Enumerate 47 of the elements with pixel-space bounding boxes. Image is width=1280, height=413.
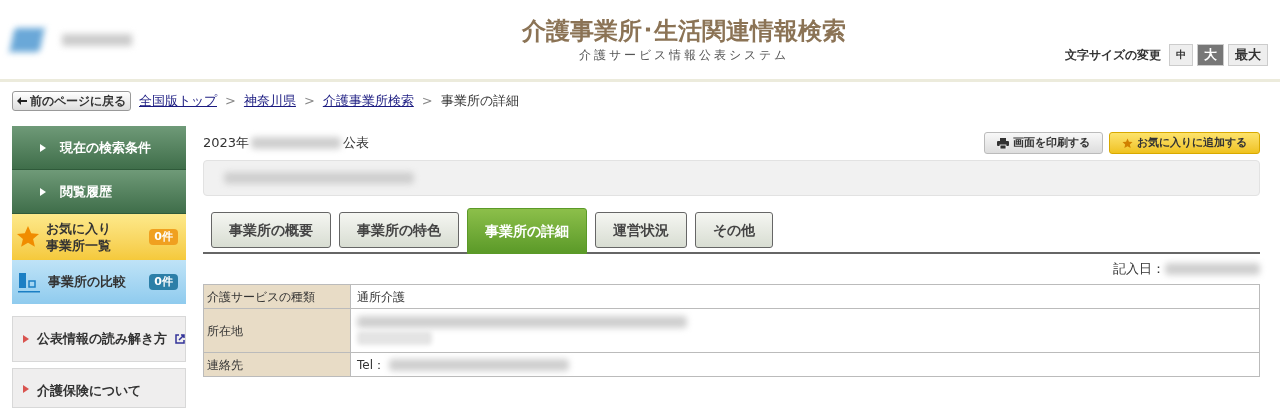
star-icon: [16, 225, 40, 249]
table-header-cell: 連絡先: [204, 353, 351, 376]
caret-icon: [23, 335, 29, 343]
table-cell-text: Tel：: [357, 356, 385, 374]
font-size-button[interactable]: 大: [1197, 43, 1224, 66]
entry-date-label: 記入日：: [1113, 260, 1165, 279]
compare-icon: [18, 271, 40, 293]
tab[interactable]: 事業所の特色: [339, 212, 459, 248]
table-cell-text: 通所介護: [357, 288, 405, 306]
breadcrumb-separator: >: [421, 92, 433, 111]
add-favorite-button[interactable]: お気に入りに追加する: [1109, 132, 1260, 154]
external-link-icon: [175, 334, 185, 344]
table-header-cell: 介護サービスの種類: [204, 285, 351, 308]
print-button[interactable]: 画面を印刷する: [984, 132, 1103, 154]
sidebar-item[interactable]: 介護保険について: [12, 368, 186, 408]
breadcrumb-separator: >: [303, 92, 315, 111]
tab[interactable]: 事業所の概要: [211, 212, 331, 248]
back-arrow-icon: [17, 97, 27, 105]
sidebar-item[interactable]: 公表情報の読み解き方: [12, 316, 186, 362]
sidebar-item[interactable]: 事業所の比較 0件: [12, 260, 186, 304]
breadcrumb-link[interactable]: 全国版トップ: [139, 91, 217, 111]
site-subtitle: 介護サービス情報公表システム: [578, 46, 789, 64]
font-size-button[interactable]: 中: [1169, 43, 1193, 66]
breadcrumb-link[interactable]: 神奈川県: [243, 91, 296, 111]
site-title: 介護事業所･生活関連情報検索: [521, 15, 846, 46]
sidebar-item[interactable]: 現在の検索条件: [12, 126, 186, 170]
sidebar-item[interactable]: お気に入り事業所一覧 0件: [12, 214, 186, 260]
breadcrumb-current: 事業所の詳細: [440, 92, 519, 111]
caret-icon: [40, 187, 46, 196]
sidebar-item[interactable]: 閲覧履歴: [12, 170, 186, 214]
font-size-label: 文字サイズの変更: [1065, 46, 1161, 64]
printer-icon: [997, 137, 1009, 149]
font-size-button[interactable]: 最大: [1228, 43, 1268, 66]
map-link[interactable]: [357, 331, 432, 345]
breadcrumb-link[interactable]: 介護事業所検索: [322, 91, 414, 111]
star-icon: [1122, 137, 1133, 149]
published-label: 公表: [343, 134, 370, 153]
tab[interactable]: 運営状況: [595, 212, 687, 248]
caret-icon: [40, 143, 46, 152]
caret-icon: [23, 385, 29, 393]
breadcrumb-separator: >: [225, 92, 236, 111]
table-header-cell: 所在地: [204, 309, 351, 352]
count-badge: 0件: [149, 228, 178, 246]
published-date: 2023年: [203, 134, 250, 153]
back-button[interactable]: 前のページに戻る: [12, 91, 131, 111]
tab[interactable]: その他: [695, 212, 773, 248]
count-badge: 0件: [149, 273, 178, 291]
